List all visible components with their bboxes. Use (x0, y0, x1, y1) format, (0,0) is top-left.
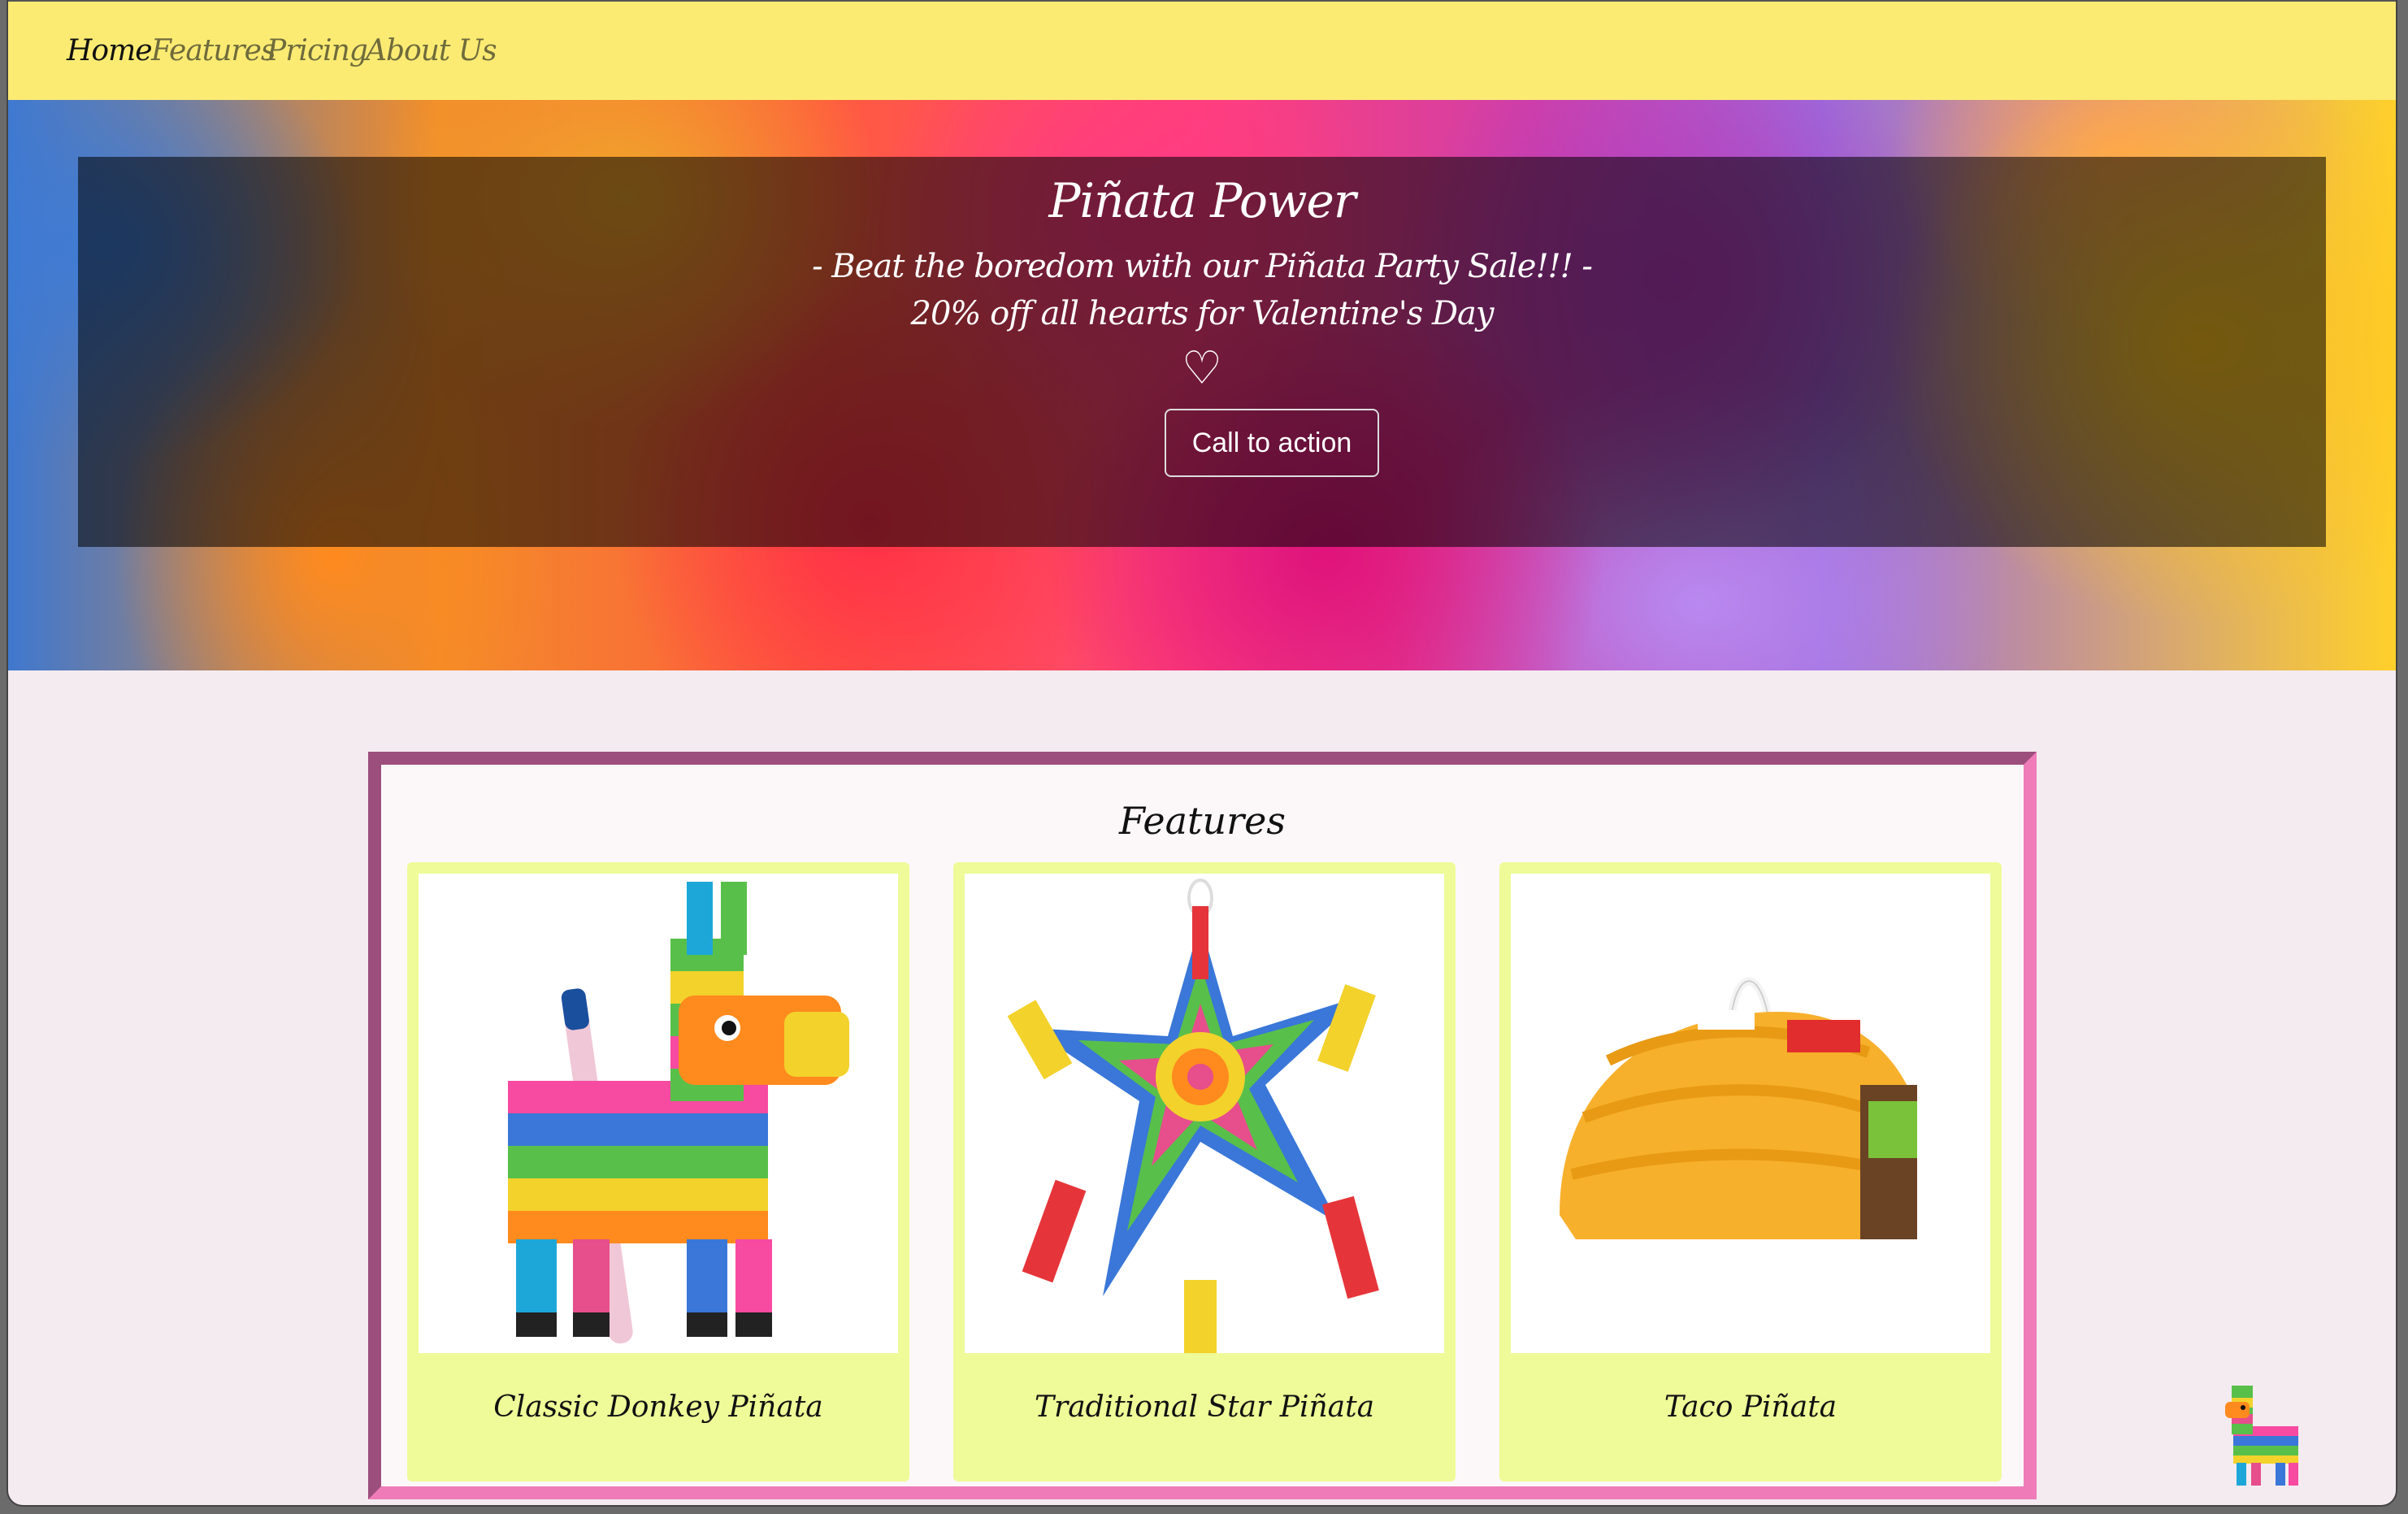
star-pinata-icon (1007, 878, 1379, 1353)
star-pinata-image (965, 874, 1444, 1353)
nav-link-pricing[interactable]: Pricing (267, 34, 368, 67)
card-title-donkey: Classic Donkey Piñata (493, 1390, 823, 1424)
taco-pinata-icon (1560, 977, 1917, 1239)
nav-link-about-us[interactable]: About Us (366, 34, 497, 67)
nav-link-home[interactable]: Home (67, 34, 153, 67)
hero-overlay: Piñata Power - Beat the boredom with our… (78, 157, 2326, 547)
browser-window: Home Features Pricing About Us Piñata Po… (8, 0, 2396, 1505)
card-title-taco: Taco Piñata (1664, 1390, 1837, 1424)
taco-pinata-image (1511, 874, 1990, 1353)
card-title-star: Traditional Star Piñata (1034, 1390, 1375, 1424)
top-navbar: Home Features Pricing About Us (8, 0, 2396, 100)
hero-title: Piñata Power (1048, 173, 1356, 228)
call-to-action-button[interactable]: Call to action (1165, 409, 1379, 477)
hero-banner: Piñata Power - Beat the boredom with our… (8, 100, 2396, 670)
features-section: Features Classic Donkey Piñata Tradition… (368, 752, 2037, 1499)
feature-card-taco[interactable]: Taco Piñata (1499, 862, 2002, 1481)
pinata-mascot-icon[interactable] (2225, 1382, 2323, 1487)
heart-icon: ♡ (1181, 342, 1223, 395)
donkey-pinata-image (419, 874, 898, 1353)
mini-donkey-pinata-icon (2225, 1386, 2298, 1486)
nav-link-features[interactable]: Features (151, 34, 276, 67)
feature-card-donkey[interactable]: Classic Donkey Piñata (407, 862, 909, 1481)
feature-card-star[interactable]: Traditional Star Piñata (953, 862, 1456, 1481)
features-heading: Features (1119, 799, 1286, 843)
hero-subtitle: - Beat the boredom with our Piñata Party… (812, 248, 1593, 285)
hero-promo: 20% off all hearts for Valentine's Day (910, 295, 1495, 332)
donkey-pinata-icon (508, 882, 849, 1344)
